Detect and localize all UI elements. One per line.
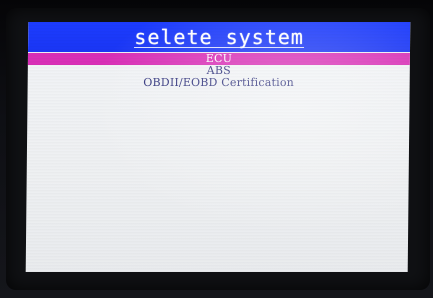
menu-item-obdii-eobd-certification[interactable]: OBDII/EOBD Certification	[28, 76, 410, 89]
device-photo: selete system ECU ABS OBDII/EOBD Certifi…	[0, 0, 433, 298]
lcd-screen: selete system ECU ABS OBDII/EOBD Certifi…	[25, 22, 411, 272]
system-menu: ECU ABS OBDII/EOBD Certification	[27, 52, 410, 89]
screen-title: selete system	[134, 24, 305, 49]
title-bar: selete system	[27, 22, 411, 52]
